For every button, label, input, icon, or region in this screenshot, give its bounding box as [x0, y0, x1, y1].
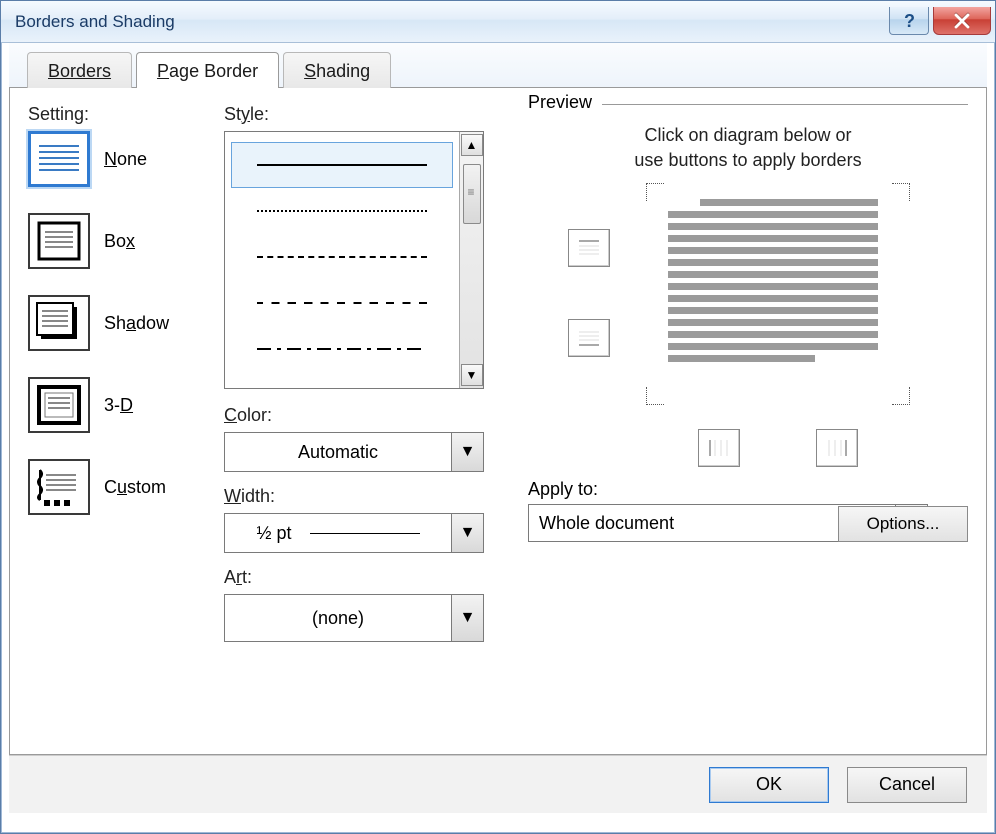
style-dash-dot[interactable]: [231, 326, 453, 372]
tab-strip: Borders Page Border Shading: [9, 43, 987, 87]
scroll-down-icon[interactable]: ▼: [461, 364, 483, 386]
tab-shading[interactable]: Shading: [283, 52, 391, 88]
style-listbox[interactable]: ▲ ▼: [224, 131, 484, 389]
border-top-button[interactable]: [568, 229, 610, 267]
corner-marker-icon: [646, 387, 664, 405]
dialog-borders-shading: Borders and Shading ? Borders Page Borde…: [0, 0, 996, 834]
color-dropdown[interactable]: Automatic ▼: [224, 432, 484, 472]
corner-marker-icon: [892, 183, 910, 201]
setting-box[interactable]: Box: [28, 213, 218, 269]
border-right-button[interactable]: [816, 429, 858, 467]
style-dotted[interactable]: [231, 188, 453, 234]
style-short-dash[interactable]: [231, 280, 453, 326]
scroll-thumb[interactable]: [463, 164, 481, 224]
style-solid[interactable]: [231, 142, 453, 188]
preview-hint: Click on diagram below or use buttons to…: [558, 123, 938, 173]
border-bottom-button[interactable]: [568, 319, 610, 357]
scroll-up-icon[interactable]: ▲: [461, 134, 483, 156]
ok-button[interactable]: OK: [709, 767, 829, 803]
svg-text:?: ?: [904, 11, 915, 31]
dialog-footer: OK Cancel: [9, 755, 987, 813]
close-button[interactable]: [933, 7, 991, 35]
setting-box-icon: [28, 213, 90, 269]
label-color: Color:: [224, 405, 504, 426]
preview-diagram[interactable]: [568, 189, 948, 419]
setting-3d-icon: [28, 377, 90, 433]
style-scrollbar[interactable]: ▲ ▼: [459, 132, 483, 388]
width-sample-line: [310, 533, 420, 534]
chevron-down-icon[interactable]: ▼: [451, 433, 483, 471]
label-preview: Preview: [528, 92, 602, 113]
style-dashed[interactable]: [231, 234, 453, 280]
panel-page-border: Setting: None Box: [9, 87, 987, 755]
preview-page-icon: [668, 199, 878, 379]
setting-custom-icon: [28, 459, 90, 515]
corner-marker-icon: [892, 387, 910, 405]
width-dropdown[interactable]: ½ pt ▼: [224, 513, 484, 553]
dialog-title: Borders and Shading: [15, 12, 175, 32]
setting-shadow[interactable]: Shadow: [28, 295, 218, 351]
help-button[interactable]: ?: [889, 7, 929, 35]
options-button[interactable]: Options...: [838, 506, 968, 542]
tab-page-border[interactable]: Page Border: [136, 52, 279, 88]
tab-borders[interactable]: Borders: [27, 52, 132, 88]
setting-none[interactable]: None: [28, 131, 218, 187]
chevron-down-icon[interactable]: ▼: [451, 514, 483, 552]
label-style: Style:: [224, 104, 504, 125]
setting-none-icon: [28, 131, 90, 187]
label-width: Width:: [224, 486, 504, 507]
cancel-button[interactable]: Cancel: [847, 767, 967, 803]
border-left-button[interactable]: [698, 429, 740, 467]
art-dropdown[interactable]: (none) ▼: [224, 594, 484, 642]
corner-marker-icon: [646, 183, 664, 201]
chevron-down-icon[interactable]: ▼: [451, 595, 483, 641]
setting-3d[interactable]: 3-D: [28, 377, 218, 433]
label-apply-to: Apply to:: [528, 479, 968, 500]
titlebar: Borders and Shading ?: [1, 1, 995, 43]
label-art: Art:: [224, 567, 504, 588]
setting-custom[interactable]: Custom: [28, 459, 218, 515]
setting-shadow-icon: [28, 295, 90, 351]
label-setting: Setting:: [28, 104, 218, 125]
